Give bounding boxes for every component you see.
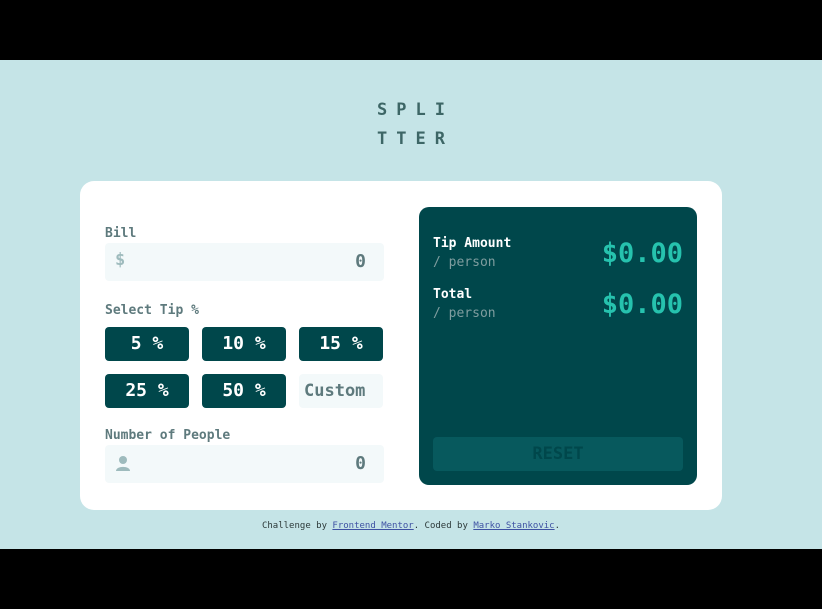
frontend-mentor-link[interactable]: Frontend Mentor [332, 521, 413, 531]
person-icon [115, 455, 131, 475]
bill-value: 0 [355, 251, 366, 272]
people-label: Number of People [105, 428, 231, 443]
logo-line-2: TTER [377, 129, 454, 149]
total-subtitle: / person [433, 306, 496, 321]
tip-button-25[interactable]: 25 % [105, 374, 189, 408]
app-background: SPLI TTER Bill $ 0 Select Tip % 5 % 10 %… [0, 60, 822, 549]
custom-tip-input[interactable]: Custom [299, 374, 383, 408]
attribution-footer: Challenge by Frontend Mentor. Coded by M… [0, 521, 822, 531]
tip-button-10[interactable]: 10 % [202, 327, 286, 361]
people-input[interactable]: 0 [105, 445, 384, 483]
reset-button[interactable]: RESET [433, 437, 683, 471]
footer-suffix: . [554, 521, 561, 531]
calculator-card: Bill $ 0 Select Tip % 5 % 10 % 15 % 25 %… [80, 181, 722, 510]
tip-button-15[interactable]: 15 % [299, 327, 383, 361]
app-logo: SPLI TTER [0, 96, 822, 154]
total-title: Total [433, 287, 473, 302]
people-value: 0 [355, 453, 366, 474]
author-link[interactable]: Marko Stankovic [473, 521, 554, 531]
bill-input[interactable]: $ 0 [105, 243, 384, 281]
tip-amount-value: $0.00 [601, 238, 683, 269]
tip-label: Select Tip % [105, 303, 199, 318]
total-value: $0.00 [601, 289, 683, 320]
footer-middle: . Coded by [413, 521, 474, 531]
result-panel: Tip Amount / person $0.00 Total / person… [419, 207, 697, 485]
logo-line-1: SPLI [377, 100, 454, 120]
footer-prefix: Challenge by [261, 521, 333, 531]
tip-amount-subtitle: / person [433, 255, 496, 270]
dollar-icon: $ [115, 250, 126, 270]
tip-button-50[interactable]: 50 % [202, 374, 286, 408]
bill-label: Bill [105, 226, 137, 241]
tip-button-5[interactable]: 5 % [105, 327, 189, 361]
tip-amount-title: Tip Amount [433, 236, 512, 251]
